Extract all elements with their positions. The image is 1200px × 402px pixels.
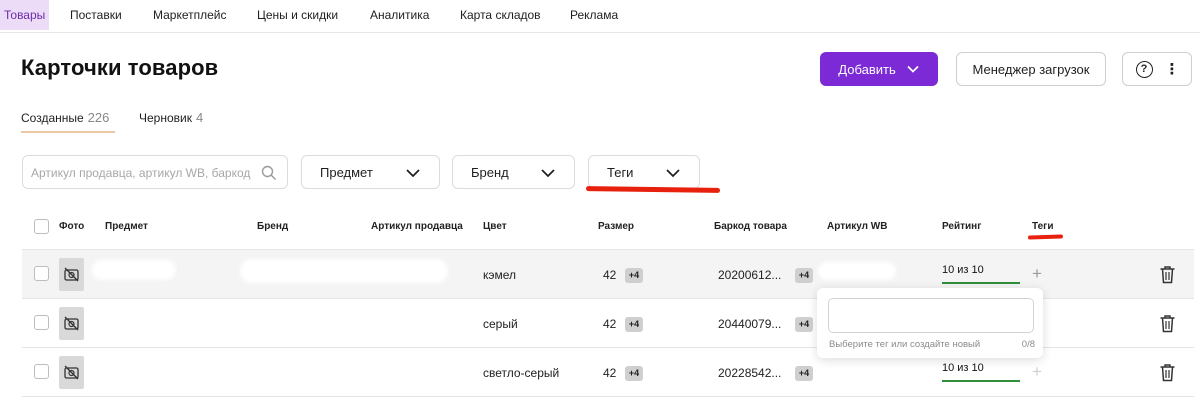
subject-filter-label: Предмет [320, 165, 373, 180]
column-header-rating[interactable]: Рейтинг [942, 221, 981, 232]
row-checkbox[interactable] [34, 315, 49, 330]
help-menu-button[interactable]: ? ⋮ [1122, 52, 1192, 86]
column-header-wb-article[interactable]: Артикул WB [827, 221, 887, 232]
nav-tab-supplies[interactable]: Поставки [70, 0, 122, 30]
add-button[interactable]: Добавить [820, 52, 938, 86]
nav-tab-prices[interactable]: Цены и скидки [257, 0, 338, 30]
subject-filter[interactable]: Предмет [301, 155, 440, 189]
chevron-down-icon [907, 65, 919, 73]
trash-icon[interactable] [1159, 314, 1176, 333]
select-all-checkbox[interactable] [34, 219, 49, 234]
column-header-subject[interactable]: Предмет [105, 221, 148, 232]
chevron-down-icon [406, 169, 420, 178]
row-3-rating-bar [942, 380, 1020, 382]
page-title: Карточки товаров [21, 55, 219, 80]
tag-counter: 0/8 [1021, 339, 1035, 350]
column-header-photo: Фото [59, 221, 85, 232]
photo-placeholder[interactable] [59, 356, 84, 389]
row-checkbox[interactable] [34, 364, 49, 379]
no-photo-icon [64, 365, 79, 380]
no-photo-icon [64, 316, 79, 331]
chevron-down-icon [666, 169, 680, 178]
column-header-seller-article[interactable]: Артикул продавца [371, 221, 463, 232]
tab-created[interactable]: Созданные 226 [21, 110, 109, 125]
table-divider [22, 396, 1194, 397]
tab-drafts-count: 4 [195, 110, 204, 125]
row-2-barcode: 20440079... [718, 317, 782, 331]
upload-manager-button[interactable]: Менеджер загрузок [956, 52, 1106, 86]
column-header-brand[interactable]: Бренд [257, 221, 288, 232]
tab-drafts[interactable]: Черновик 4 [139, 110, 203, 125]
redacted-wb-article [818, 262, 896, 280]
no-photo-icon [64, 267, 79, 282]
row-3-barcode-more-badge[interactable]: +4 [795, 366, 813, 381]
photo-placeholder[interactable] [59, 258, 84, 291]
column-header-color[interactable]: Цвет [483, 221, 507, 232]
tags-filter-label: Теги [607, 165, 634, 180]
annotation-underline [1027, 234, 1064, 240]
tags-filter[interactable]: Теги [588, 155, 700, 189]
nav-tab-marketplace[interactable]: Маркетплейс [153, 0, 227, 30]
active-tab-indicator [21, 131, 115, 133]
row-1-rating-bar [942, 282, 1020, 284]
search-icon[interactable] [261, 165, 277, 181]
help-icon: ? [1135, 60, 1153, 78]
chevron-down-icon [541, 169, 555, 178]
row-3-barcode: 20228542... [718, 366, 782, 380]
more-options-icon: ⋮ [1164, 60, 1180, 78]
row-2-size-more-badge[interactable]: +4 [625, 317, 643, 332]
redacted-brand-article [240, 259, 448, 283]
tab-drafts-label: Черновик [139, 111, 192, 125]
top-navigation: Товары Поставки Маркетплейс Цены и скидк… [0, 0, 1200, 33]
row-2-color: серый [483, 317, 518, 331]
row-1-barcode-more-badge[interactable]: +4 [795, 268, 813, 283]
tag-input[interactable] [828, 298, 1034, 333]
row-3-size: 42 [603, 366, 617, 380]
row-1-color: кэмел [483, 268, 517, 282]
nav-tab-warehouse-map[interactable]: Карта складов [460, 0, 541, 30]
brand-filter[interactable]: Бренд [452, 155, 575, 189]
column-header-barcode[interactable]: Баркод товара [714, 221, 787, 232]
trash-icon[interactable] [1159, 363, 1176, 382]
brand-filter-label: Бренд [471, 165, 509, 180]
trash-icon[interactable] [1159, 265, 1176, 284]
row-3-color: светло-серый [483, 366, 560, 380]
nav-tab-products[interactable]: Товары [0, 0, 50, 30]
search-input[interactable] [31, 163, 261, 183]
row-1-size-more-badge[interactable]: +4 [625, 268, 643, 283]
redacted-subject [92, 260, 176, 280]
search-box [22, 155, 288, 189]
row-1-barcode: 20200612... [718, 268, 782, 282]
tag-popover: Выберите тег или создайте новый 0/8 [817, 288, 1043, 358]
row-2-size: 42 [603, 317, 617, 331]
tab-created-count: 226 [87, 110, 110, 125]
row-1-size: 42 [603, 268, 617, 282]
annotation-underline [585, 186, 721, 193]
tab-created-label: Созданные [21, 111, 84, 125]
add-tag-icon[interactable]: + [1032, 265, 1042, 282]
row-1-rating: 10 из 10 [942, 264, 984, 276]
add-button-label: Добавить [838, 61, 896, 77]
row-checkbox[interactable] [34, 266, 49, 281]
tag-hint: Выберите тег или создайте новый [829, 339, 981, 350]
nav-tab-analytics[interactable]: Аналитика [370, 0, 429, 30]
add-tag-icon[interactable]: + [1032, 363, 1042, 380]
photo-placeholder[interactable] [59, 307, 84, 340]
nav-tab-advertising[interactable]: Реклама [570, 0, 618, 30]
redacted-wb-article [825, 360, 895, 378]
row-2-barcode-more-badge[interactable]: +4 [795, 317, 813, 332]
row-3-rating: 10 из 10 [942, 362, 984, 374]
column-header-size[interactable]: Размер [598, 221, 634, 232]
column-header-tags[interactable]: Теги [1032, 221, 1053, 232]
row-3-size-more-badge[interactable]: +4 [625, 366, 643, 381]
